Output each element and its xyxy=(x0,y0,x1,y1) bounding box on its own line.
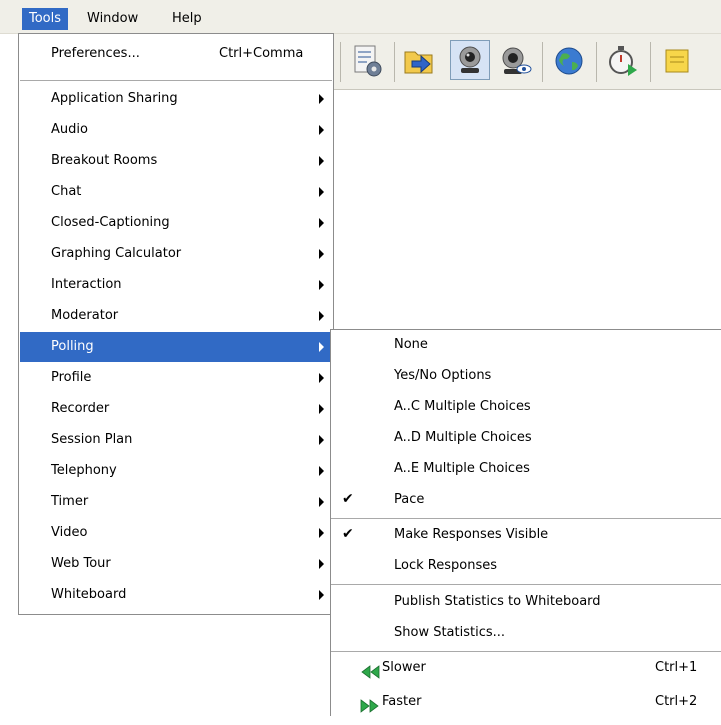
menu-item-profile[interactable]: Profile xyxy=(20,363,332,393)
menu-item-graphing-calculator[interactable]: Graphing Calculator xyxy=(20,239,332,269)
webcam-preview-icon[interactable] xyxy=(496,42,534,80)
submenu-arrow-icon xyxy=(319,218,324,228)
submenu-item-ad-multiple-choices[interactable]: A..D Multiple Choices xyxy=(331,423,721,453)
menu-item-breakout-rooms[interactable]: Breakout Rooms xyxy=(20,146,332,176)
polling-submenu: None Yes/No Options A..C Multiple Choice… xyxy=(330,329,721,716)
toolbar-separator xyxy=(542,42,543,82)
load-content-icon[interactable] xyxy=(400,42,438,80)
menu-item-audio[interactable]: Audio xyxy=(20,115,332,145)
submenu-arrow-icon xyxy=(319,559,324,569)
submenu-item-make-responses-visible[interactable]: ✔ Make Responses Visible xyxy=(331,520,721,550)
preferences-icon[interactable] xyxy=(348,42,386,80)
toolbar-separator xyxy=(650,42,651,82)
fast-forward-icon xyxy=(360,695,380,713)
submenu-arrow-icon xyxy=(319,311,324,321)
toolbar-separator xyxy=(394,42,395,82)
rewind-icon xyxy=(360,661,380,679)
submenu-item-none[interactable]: None xyxy=(331,330,721,360)
submenu-item-ac-multiple-choices[interactable]: A..C Multiple Choices xyxy=(331,392,721,422)
web-tour-icon[interactable] xyxy=(550,42,588,80)
menu-separator xyxy=(20,80,332,81)
toolbar-separator xyxy=(340,42,341,82)
menu-separator xyxy=(331,651,721,652)
tools-menu: Preferences... Ctrl+Comma Application Sh… xyxy=(18,33,334,615)
submenu-item-show-statistics[interactable]: Show Statistics... xyxy=(331,618,721,648)
menu-item-interaction[interactable]: Interaction xyxy=(20,270,332,300)
menu-item-polling[interactable]: Polling xyxy=(20,332,332,362)
submenu-item-ae-multiple-choices[interactable]: A..E Multiple Choices xyxy=(331,454,721,484)
submenu-item-slower[interactable]: Slower Ctrl+1 xyxy=(331,653,721,683)
notes-icon[interactable] xyxy=(658,42,696,80)
submenu-arrow-icon xyxy=(319,94,324,104)
toolbar-separator xyxy=(596,42,597,82)
menu-window[interactable]: Window xyxy=(80,8,145,30)
submenu-arrow-icon xyxy=(319,373,324,383)
menu-item-recorder[interactable]: Recorder xyxy=(20,394,332,424)
menu-item-closed-captioning[interactable]: Closed-Captioning xyxy=(20,208,332,238)
menu-item-moderator[interactable]: Moderator xyxy=(20,301,332,331)
submenu-arrow-icon xyxy=(319,156,324,166)
toolbar xyxy=(334,34,721,90)
menu-item-web-tour[interactable]: Web Tour xyxy=(20,549,332,579)
checkmark-icon: ✔ xyxy=(342,491,354,507)
timer-icon[interactable] xyxy=(604,42,642,80)
submenu-arrow-icon xyxy=(319,435,324,445)
menu-tools[interactable]: Tools xyxy=(22,8,69,30)
submenu-arrow-icon xyxy=(319,497,324,507)
submenu-arrow-icon xyxy=(319,187,324,197)
submenu-item-pace[interactable]: ✔ Pace xyxy=(331,485,721,515)
menu-item-timer[interactable]: Timer xyxy=(20,487,332,517)
menu-help[interactable]: Help xyxy=(165,8,209,30)
submenu-arrow-icon xyxy=(319,466,324,476)
menu-item-application-sharing[interactable]: Application Sharing xyxy=(20,84,332,114)
menu-separator xyxy=(331,518,721,519)
submenu-item-publish-statistics[interactable]: Publish Statistics to Whiteboard xyxy=(331,587,721,617)
submenu-item-yes-no-options[interactable]: Yes/No Options xyxy=(331,361,721,391)
submenu-arrow-icon xyxy=(319,590,324,600)
submenu-arrow-icon xyxy=(319,249,324,259)
submenu-arrow-icon xyxy=(319,528,324,538)
checkmark-icon: ✔ xyxy=(342,526,354,542)
menu-item-whiteboard[interactable]: Whiteboard xyxy=(20,580,332,610)
menu-item-preferences[interactable]: Preferences... Ctrl+Comma xyxy=(20,39,332,69)
menu-item-video[interactable]: Video xyxy=(20,518,332,548)
submenu-arrow-icon xyxy=(319,125,324,135)
menu-item-chat[interactable]: Chat xyxy=(20,177,332,207)
menu-separator xyxy=(331,584,721,585)
menu-item-telephony[interactable]: Telephony xyxy=(20,456,332,486)
submenu-arrow-icon xyxy=(319,280,324,290)
webcam-icon[interactable] xyxy=(450,40,490,80)
submenu-item-faster[interactable]: Faster Ctrl+2 xyxy=(331,687,721,717)
menu-item-session-plan[interactable]: Session Plan xyxy=(20,425,332,455)
submenu-item-lock-responses[interactable]: Lock Responses xyxy=(331,551,721,581)
submenu-arrow-icon xyxy=(319,404,324,414)
submenu-arrow-icon xyxy=(319,342,324,352)
menu-bar: Tools Window Help xyxy=(0,0,721,34)
